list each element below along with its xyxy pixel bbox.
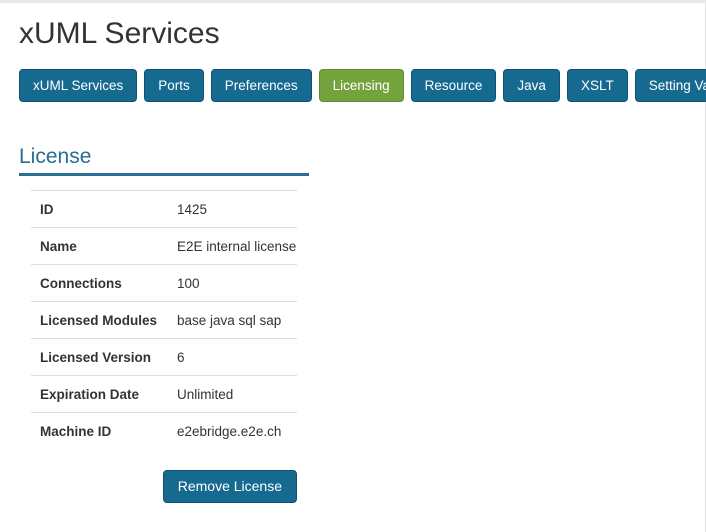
row-value: e2ebridge.e2e.ch [177, 423, 282, 439]
section-title: License [19, 145, 92, 168]
tab-ports[interactable]: Ports [144, 69, 204, 102]
tab-java[interactable]: Java [503, 69, 560, 102]
row-label: Licensed Modules [40, 312, 158, 328]
row-value: Unlimited [177, 386, 234, 402]
license-actions: Remove License [31, 470, 297, 503]
xuml-services-page: xUML Services xUML Services Ports Prefer… [0, 3, 706, 503]
tab-setting-variables[interactable]: Setting Variables [634, 69, 706, 102]
row-value: 6 [177, 349, 185, 365]
tab-bar: xUML Services Ports Preferences Licensin… [19, 69, 706, 102]
license-row-machine-id: Machine ID e2ebridge.e2e.ch [31, 412, 297, 449]
remove-license-button[interactable]: Remove License [162, 470, 297, 503]
license-row-licensed-version: Licensed Version 6 [31, 338, 297, 375]
license-section: License ID 1425 Name E2E internal licens… [19, 145, 705, 503]
row-value: 1425 [177, 201, 208, 217]
license-row-id: ID 1425 [31, 190, 297, 227]
row-value: E2E internal license [177, 238, 297, 254]
license-row-connections: Connections 100 [31, 264, 297, 301]
license-table: ID 1425 Name E2E internal license Connec… [31, 190, 297, 449]
tab-resource[interactable]: Resource [410, 69, 497, 102]
tab-preferences[interactable]: Preferences [210, 69, 312, 102]
row-label: ID [40, 201, 54, 217]
row-label: Expiration Date [40, 386, 140, 402]
row-value: base java sql sap [177, 312, 282, 328]
row-label: Connections [40, 275, 122, 291]
tab-xuml-services[interactable]: xUML Services [19, 69, 138, 102]
row-value: 100 [177, 275, 200, 291]
tab-xslt[interactable]: XSLT [566, 69, 628, 102]
license-row-expiration-date: Expiration Date Unlimited [31, 375, 297, 412]
license-row-licensed-modules: Licensed Modules base java sql sap [31, 301, 297, 338]
row-label: Machine ID [40, 423, 112, 439]
row-label: Licensed Version [40, 349, 152, 365]
row-label: Name [40, 238, 77, 254]
tab-licensing[interactable]: Licensing [318, 69, 404, 102]
license-row-name: Name E2E internal license [31, 227, 297, 264]
page-title: xUML Services [19, 17, 220, 50]
section-heading-underline: License [19, 145, 309, 176]
